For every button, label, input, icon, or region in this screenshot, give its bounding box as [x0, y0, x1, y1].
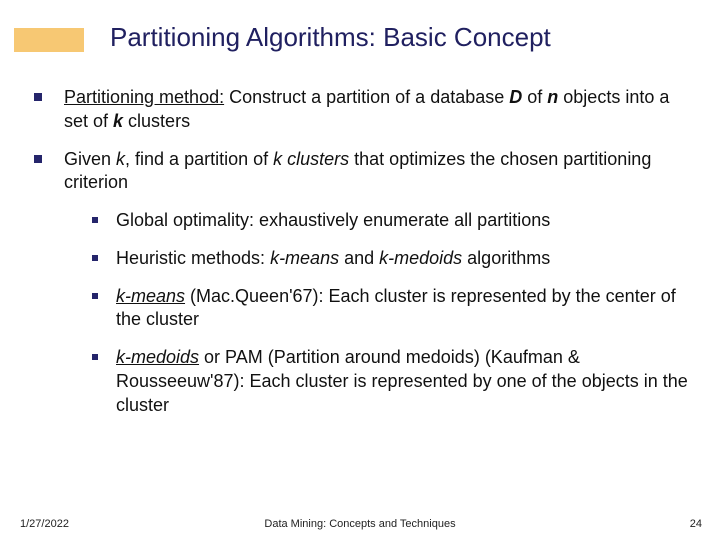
sub-bullet-text: Global optimality: exhaustively enumerat…	[116, 209, 690, 233]
bullet-given-k: Given k, find a partition of k clusters …	[34, 148, 690, 196]
text-run: clusters	[123, 111, 190, 131]
var-k-means: k-means	[270, 248, 339, 268]
bullet-text: Given k, find a partition of k clusters …	[64, 148, 690, 196]
sub-bullet-kmeans: k-means (Mac.Queen'67): Each cluster is …	[92, 285, 690, 333]
bullet-text: Partitioning method: Construct a partiti…	[64, 86, 690, 134]
var-k-medoids-ul: k-medoids	[116, 347, 199, 367]
sub-bullet-text: Heuristic methods: k-means and k-medoids…	[116, 247, 690, 271]
footer-title: Data Mining: Concepts and Techniques	[0, 518, 720, 530]
slide-title: Partitioning Algorithms: Basic Concept	[110, 22, 690, 53]
sub-bullet-group: Global optimality: exhaustively enumerat…	[92, 209, 690, 417]
text-run: and	[339, 248, 379, 268]
square-bullet-icon	[92, 354, 98, 360]
underline-text: Partitioning method:	[64, 87, 224, 107]
accent-bar	[14, 28, 84, 52]
text-run: (Mac.Queen'67): Each cluster is represen…	[116, 286, 676, 330]
square-bullet-icon	[92, 293, 98, 299]
text-run: algorithms	[462, 248, 550, 268]
square-bullet-icon	[92, 217, 98, 223]
var-k-medoids: k-medoids	[379, 248, 462, 268]
slide-number: 24	[690, 518, 702, 530]
text-run: Given	[64, 149, 116, 169]
text-run: or PAM (Partition around medoids) (Kaufm…	[116, 347, 688, 415]
text-run: Heuristic methods:	[116, 248, 270, 268]
var-k: k	[113, 111, 123, 131]
var-k: k	[116, 149, 125, 169]
var-D: D	[509, 87, 522, 107]
sub-bullet-text: k-means (Mac.Queen'67): Each cluster is …	[116, 285, 690, 333]
square-bullet-icon	[34, 93, 42, 101]
text-run: , find a partition of	[125, 149, 273, 169]
var-k-clusters: k clusters	[273, 149, 349, 169]
slide-body: Partitioning method: Construct a partiti…	[34, 86, 690, 431]
bullet-partitioning-method: Partitioning method: Construct a partiti…	[34, 86, 690, 134]
sub-bullet-kmedoids: k-medoids or PAM (Partition around medoi…	[92, 346, 690, 417]
sub-bullet-text: k-medoids or PAM (Partition around medoi…	[116, 346, 690, 417]
var-k-means-ul: k-means	[116, 286, 185, 306]
var-n: n	[547, 87, 558, 107]
text-run: Construct a partition of a database	[224, 87, 509, 107]
text-run: of	[522, 87, 547, 107]
square-bullet-icon	[92, 255, 98, 261]
square-bullet-icon	[34, 155, 42, 163]
sub-bullet-heuristic: Heuristic methods: k-means and k-medoids…	[92, 247, 690, 271]
sub-bullet-global-opt: Global optimality: exhaustively enumerat…	[92, 209, 690, 233]
